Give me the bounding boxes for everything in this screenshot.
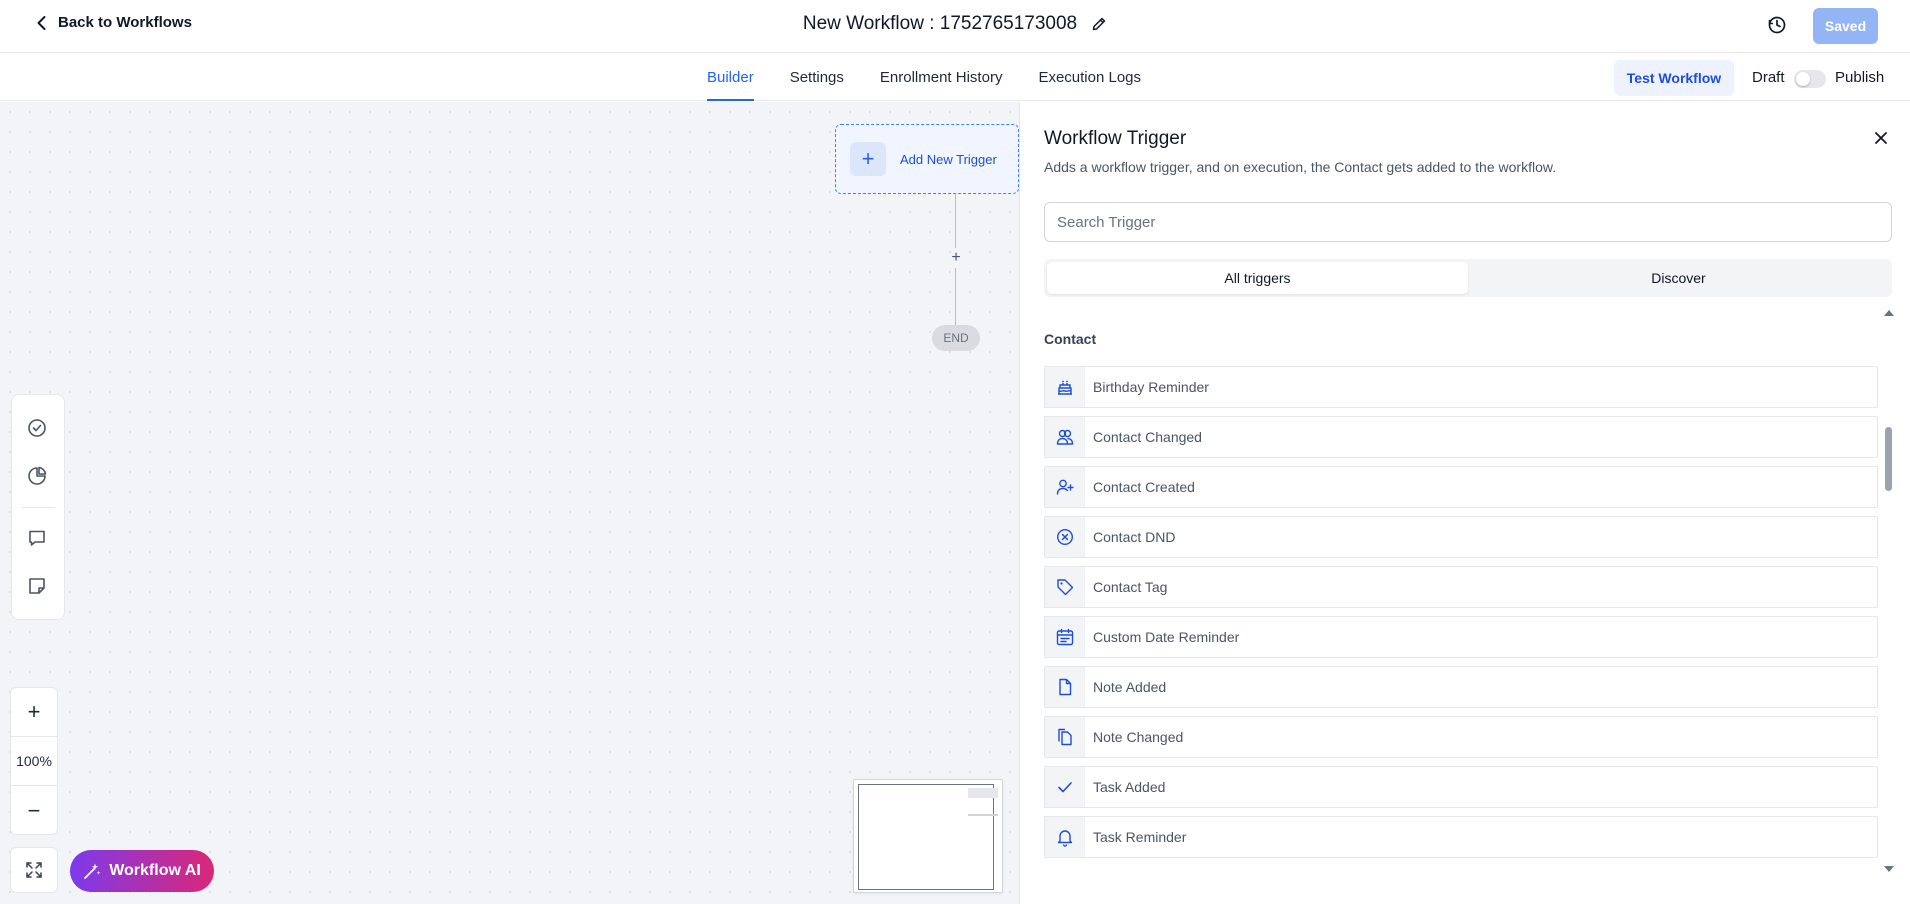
- trigger-item-task-added[interactable]: Task Added: [1044, 766, 1878, 808]
- trigger-item-note-added[interactable]: Note Added: [1044, 666, 1878, 708]
- panel-description: Adds a workflow trigger, and on executio…: [1044, 159, 1557, 175]
- panel-title: Workflow Trigger: [1044, 128, 1187, 149]
- connector-line: [955, 194, 956, 248]
- add-trigger-label: Add New Trigger: [900, 151, 997, 167]
- user-plus-icon: [1056, 479, 1074, 495]
- copy-icon: [1057, 728, 1072, 746]
- cake-icon: [1057, 380, 1072, 395]
- trigger-item-note-changed[interactable]: Note Changed: [1044, 716, 1878, 758]
- trigger-list-scrollbar[interactable]: [1882, 310, 1894, 872]
- scroll-down-arrow[interactable]: [1884, 866, 1894, 872]
- calendar-icon: [1056, 628, 1073, 646]
- trigger-list: Birthday Reminder Contact Changed Contac…: [1044, 366, 1878, 871]
- trigger-item-contact-dnd[interactable]: Contact DND: [1044, 516, 1878, 558]
- tab-bar: Builder Settings Enrollment History Exec…: [0, 53, 1910, 101]
- workflow-ai-label: Workflow AI: [109, 862, 201, 879]
- workflow-title-bar: New Workflow : 1752765173008: [0, 13, 1910, 35]
- trigger-item-label: Task Reminder: [1093, 829, 1187, 845]
- draft-label: Draft: [1752, 69, 1785, 86]
- trigger-item-label: Contact Created: [1093, 479, 1195, 495]
- canvas-toolbar: [11, 394, 65, 620]
- bell-icon: [1057, 830, 1072, 847]
- test-workflow-button[interactable]: Test Workflow: [1614, 60, 1734, 96]
- plus-icon: +: [850, 142, 886, 176]
- trigger-item-birthday-reminder[interactable]: Birthday Reminder: [1044, 366, 1878, 408]
- tab-settings[interactable]: Settings: [790, 53, 844, 101]
- end-node: END: [932, 325, 980, 351]
- trigger-item-custom-date-reminder[interactable]: Custom Date Reminder: [1044, 616, 1878, 658]
- tab-builder[interactable]: Builder: [707, 53, 754, 101]
- pencil-icon[interactable]: [1091, 16, 1107, 32]
- workflow-title: New Workflow : 1752765173008: [802, 13, 1078, 34]
- publish-label: Publish: [1835, 69, 1885, 86]
- tab-execution-logs[interactable]: Execution Logs: [1038, 53, 1141, 101]
- trigger-item-label: Custom Date Reminder: [1093, 629, 1240, 645]
- workflow-tabs: Builder Settings Enrollment History Exec…: [707, 53, 1141, 101]
- tag-icon: [1056, 579, 1073, 596]
- file-icon: [1058, 678, 1071, 696]
- trigger-item-label: Note Changed: [1093, 729, 1184, 745]
- minimap[interactable]: [853, 779, 1003, 893]
- validate-button[interactable]: [26, 417, 50, 441]
- workflow-trigger-panel: Workflow Trigger Adds a workflow trigger…: [1019, 102, 1910, 904]
- workflow-canvas[interactable]: + Add New Trigger + END + 100% − Workflo…: [0, 102, 1019, 904]
- trigger-item-contact-created[interactable]: Contact Created: [1044, 466, 1878, 508]
- comments-button[interactable]: [26, 527, 50, 551]
- pie-chart-icon: [28, 466, 47, 485]
- back-label: Back to Workflows: [58, 14, 192, 31]
- trigger-segment-control: All triggers Discover: [1044, 259, 1892, 297]
- section-title-contact: Contact: [1044, 331, 1097, 347]
- minimap-node: [968, 788, 998, 798]
- add-step-button[interactable]: +: [946, 248, 966, 268]
- scroll-thumb[interactable]: [1885, 427, 1892, 491]
- connector-line: [955, 268, 956, 325]
- expand-icon: [26, 862, 42, 878]
- saved-button[interactable]: Saved: [1813, 8, 1878, 44]
- top-header: Back to Workflows New Workflow : 1752765…: [0, 0, 1910, 53]
- statistics-button[interactable]: [26, 465, 50, 489]
- zoom-in-button[interactable]: +: [11, 688, 57, 737]
- tab-enrollment-history[interactable]: Enrollment History: [880, 53, 1003, 101]
- users-icon: [1056, 429, 1073, 445]
- history-icon[interactable]: [1766, 14, 1788, 36]
- trigger-item-label: Birthday Reminder: [1093, 379, 1209, 395]
- minimap-viewport: [858, 784, 994, 890]
- chevron-left-icon: [37, 15, 46, 30]
- toolbar-divider: [21, 507, 55, 508]
- trigger-item-label: Contact Tag: [1093, 579, 1168, 595]
- zoom-level: 100%: [11, 737, 57, 786]
- zoom-controls: + 100% −: [10, 687, 58, 835]
- back-to-workflows-link[interactable]: Back to Workflows: [34, 14, 192, 31]
- sticky-note-icon: [29, 578, 45, 594]
- segment-discover[interactable]: Discover: [1468, 262, 1889, 294]
- add-new-trigger-node[interactable]: + Add New Trigger: [835, 124, 1019, 194]
- zoom-out-button[interactable]: −: [11, 786, 57, 835]
- x-circle-icon: [1056, 528, 1073, 546]
- trigger-item-task-reminder[interactable]: Task Reminder: [1044, 816, 1878, 858]
- comment-icon: [29, 530, 45, 546]
- search-trigger-input[interactable]: [1044, 202, 1892, 242]
- minimap-line: [968, 814, 998, 816]
- trigger-item-label: Task Added: [1093, 779, 1166, 795]
- scroll-up-arrow[interactable]: [1884, 310, 1894, 316]
- check-icon: [1057, 782, 1072, 793]
- workflow-ai-button[interactable]: Workflow AI: [70, 850, 214, 892]
- close-icon[interactable]: [1871, 128, 1891, 148]
- toggle-knob: [1796, 72, 1810, 86]
- sparkle-wand-icon: [84, 863, 101, 879]
- trigger-item-contact-tag[interactable]: Contact Tag: [1044, 566, 1878, 608]
- publish-toggle[interactable]: [1794, 70, 1826, 88]
- trigger-item-label: Note Added: [1093, 679, 1167, 695]
- trigger-item-contact-changed[interactable]: Contact Changed: [1044, 416, 1878, 458]
- sticky-note-button[interactable]: [26, 575, 50, 599]
- fit-view-button[interactable]: [10, 847, 58, 893]
- trigger-item-label: Contact DND: [1093, 529, 1176, 545]
- trigger-item-label: Contact Changed: [1093, 429, 1202, 445]
- check-circle-icon: [28, 419, 46, 437]
- segment-all-triggers[interactable]: All triggers: [1047, 262, 1468, 294]
